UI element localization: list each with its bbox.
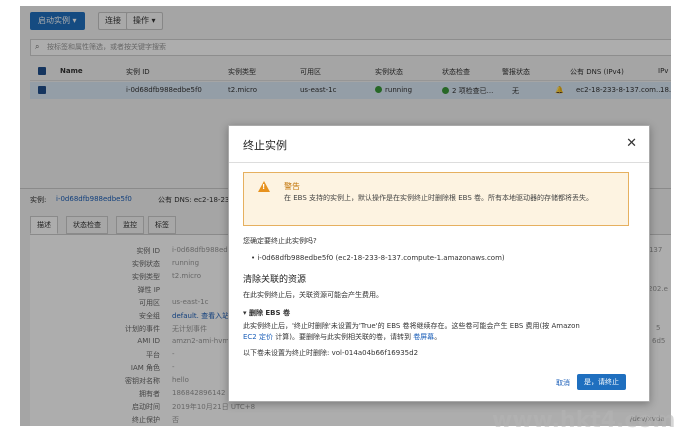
cleanup-heading: 清除关联的资源 (243, 275, 307, 285)
warning-icon: ! (258, 181, 270, 192)
delete-ebs-toggle[interactable]: ▾ 删除 EBS 卷 (243, 308, 290, 318)
cancel-button[interactable]: 取消 (556, 378, 570, 388)
watermark: www.hkt4.com (492, 408, 676, 433)
volumes-screen-link[interactable]: 卷屏幕 (413, 333, 434, 341)
warning-box: ! 警告 在 EBS 支持的实例上，默认操作是在实例终止时删除根 EBS 卷。所… (243, 172, 629, 226)
ec2-pricing-link[interactable]: EC2 定价 (243, 333, 273, 341)
close-icon[interactable]: ✕ (626, 136, 637, 151)
confirm-question: 您确定要终止此实例吗? (243, 237, 317, 245)
ebs-text-mid: 计算)。要删除与此实例相关联的卷，请转到 (273, 333, 414, 341)
warning-text: 在 EBS 支持的实例上，默认操作是在实例终止时删除根 EBS 卷。所有本地驱动… (284, 194, 593, 202)
dialog-title: 终止实例 (243, 139, 287, 152)
instance-list-item: • i-0d68dfb988edbe5f0 (ec2-18-233-8-137.… (251, 254, 505, 262)
cleanup-text: 在此实例终止后，关联资源可能会产生费用。 (243, 291, 383, 299)
dialog-header: 终止实例 ✕ (229, 126, 649, 163)
volume-line: 以下卷未设置为终止时删除: vol-014a04b66f16935d2 (243, 349, 419, 357)
confirm-terminate-button[interactable]: 是，请终止 (577, 374, 626, 390)
terminate-instance-dialog: 终止实例 ✕ ! 警告 在 EBS 支持的实例上，默认操作是在实例终止时删除根 … (228, 125, 650, 402)
ebs-text-line-2: EC2 定价 计算)。要删除与此实例相关联的卷，请转到 卷屏幕。 (243, 332, 441, 342)
ebs-text-line-1: 此实例终止后，'终止时删除'未设置为'True'的 EBS 卷将继续存在。这些卷… (243, 322, 580, 330)
warning-title: 警告 (284, 182, 300, 191)
ebs-text-end: 。 (434, 333, 442, 341)
instance-line: i-0d68dfb988edbe5f0 (ec2-18-233-8-137.co… (257, 254, 505, 262)
